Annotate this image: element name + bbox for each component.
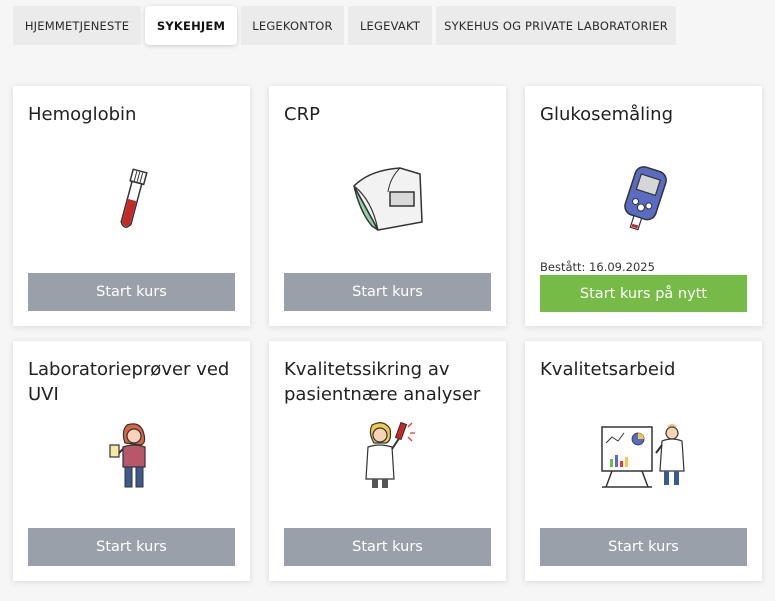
tab-legevakt[interactable]: LEGEVAKT [348, 6, 432, 45]
glucose-meter-icon [525, 164, 762, 236]
tab-legekontor[interactable]: LEGEKONTOR [241, 6, 344, 45]
course-tabs: HJEMMETJENESTE SYKEHJEM LEGEKONTOR LEGEV… [13, 6, 676, 45]
course-title: Kvalitetsarbeid [540, 359, 676, 380]
start-course-button[interactable]: Start kurs [284, 273, 491, 311]
start-course-button[interactable]: Start kurs [28, 528, 235, 566]
blood-tube-icon [13, 166, 250, 236]
course-card-kvalitetsarbeid: Kvalitetsarbeid Start kurs [525, 341, 762, 581]
urine-sample-person-icon [13, 421, 250, 489]
whiteboard-presenter-icon [525, 419, 762, 491]
start-course-button[interactable]: Start kurs [540, 528, 747, 566]
tab-sykehjem[interactable]: SYKEHJEM [145, 6, 237, 45]
course-title: Hemoglobin [28, 104, 137, 125]
passed-date: Bestått: 16.09.2025 [540, 260, 655, 274]
course-title: Laboratorieprøver ved UVI [28, 359, 230, 405]
restart-course-button[interactable]: Start kurs på nytt [540, 275, 747, 312]
course-card-laboratorieprover-ved-uvi: Laboratorieprøver ved UVI Start kurs [13, 341, 250, 581]
course-title: CRP [284, 104, 320, 125]
course-title: Glukosemåling [540, 104, 674, 125]
start-course-button[interactable]: Start kurs [284, 528, 491, 566]
course-card-crp: CRP Start kurs [269, 86, 506, 326]
course-card-glukosemaling: Glukosemåling Bestått: 16.09.2025 Start … [525, 86, 762, 326]
course-card-kvalitetssikring: Kvalitetssikring av pasientnære analyser… [269, 341, 506, 581]
crp-analyzer-icon [269, 164, 506, 234]
tab-sykehus-og-private-laboratorier[interactable]: SYKEHUS OG PRIVATE LABORATORIER [436, 6, 676, 45]
lab-worker-test-tube-icon [269, 421, 506, 489]
course-title: Kvalitetssikring av pasientnære analyser [284, 359, 481, 405]
start-course-button[interactable]: Start kurs [28, 273, 235, 311]
tab-hjemmetjeneste[interactable]: HJEMMETJENESTE [13, 6, 141, 45]
course-card-hemoglobin: Hemoglobin Start kurs [13, 86, 250, 326]
